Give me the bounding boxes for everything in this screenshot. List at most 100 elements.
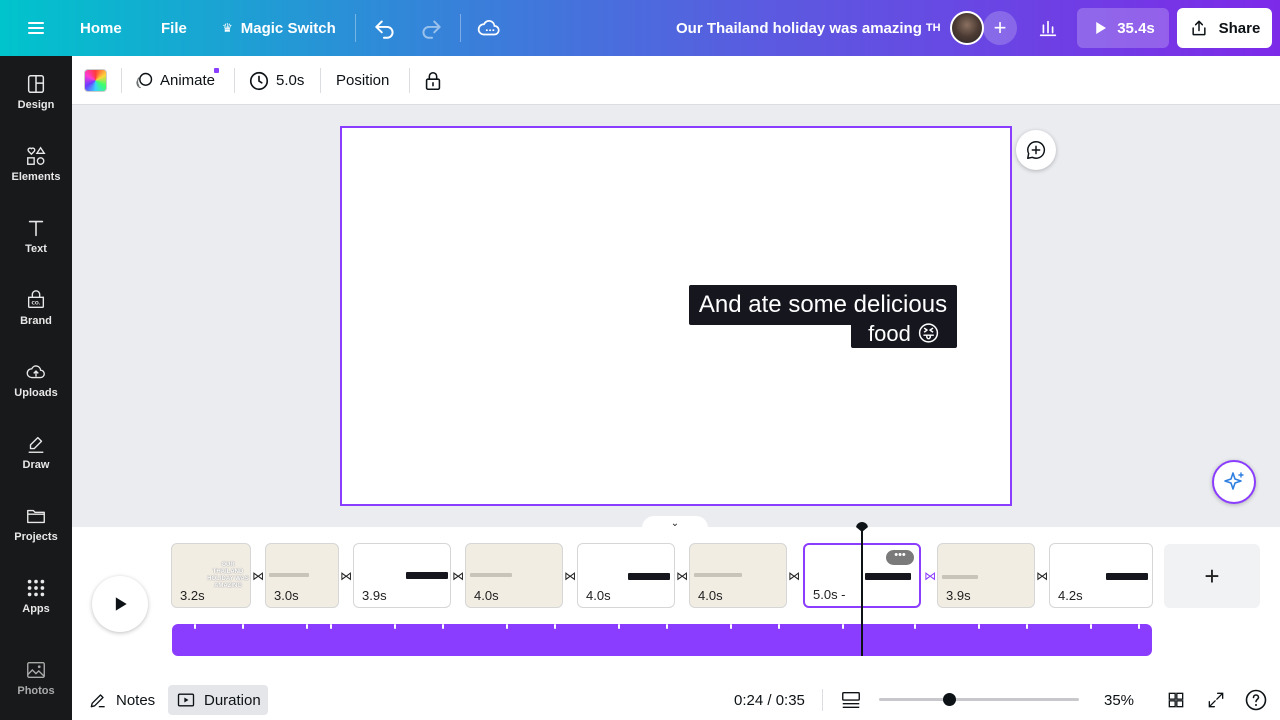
- sidebar-item-apps[interactable]: Apps: [0, 564, 72, 628]
- magic-assistant-button[interactable]: [1212, 460, 1256, 504]
- play-icon: [1096, 22, 1107, 34]
- scene-thumbnail-5[interactable]: 4.0s: [577, 543, 675, 608]
- caption-text-line-1[interactable]: And ate some delicious: [689, 285, 957, 325]
- notes-button[interactable]: Notes: [88, 687, 155, 713]
- scene-thumbnail-9[interactable]: 4.2s: [1049, 543, 1153, 608]
- lock-icon[interactable]: [422, 56, 444, 105]
- transition-icon[interactable]: ⋈: [1035, 569, 1049, 583]
- animate-icon: [136, 72, 153, 88]
- audio-track[interactable]: [172, 624, 1152, 656]
- context-toolbar: Animate 5.0s Position: [72, 56, 1280, 105]
- file-menu-button[interactable]: File: [161, 0, 187, 56]
- zoom-level[interactable]: 35%: [1104, 687, 1134, 713]
- sidebar-item-label: Text: [25, 243, 47, 255]
- chevron-down-icon: ⌄: [670, 517, 680, 529]
- draw-icon: [28, 436, 44, 453]
- divider: [822, 689, 823, 711]
- add-comment-button[interactable]: [1016, 130, 1056, 170]
- beat-marker: [842, 624, 844, 629]
- redo-icon[interactable]: [418, 0, 444, 56]
- sidebar-item-projects[interactable]: Projects: [0, 492, 72, 556]
- design-title[interactable]: Our Thailand holiday was amazing TH: [676, 0, 941, 56]
- color-picker-swatch[interactable]: [84, 69, 107, 92]
- transition-icon[interactable]: ⋈: [787, 569, 801, 583]
- sidebar-item-draw[interactable]: Draw: [0, 420, 72, 484]
- share-button[interactable]: Share: [1177, 8, 1272, 48]
- add-scene-button[interactable]: +: [1164, 544, 1260, 608]
- transition-icon[interactable]: ⋈: [563, 569, 577, 583]
- sidebar-item-uploads[interactable]: Uploads: [0, 348, 72, 412]
- position-button[interactable]: Position: [336, 56, 389, 105]
- scene-thumbnail-3[interactable]: 3.9s: [353, 543, 451, 608]
- transition-icon[interactable]: ⋈: [675, 569, 689, 583]
- divider: [234, 68, 235, 93]
- sidebar-item-photos[interactable]: Photos: [0, 646, 72, 710]
- beat-marker: [1138, 624, 1140, 629]
- sidebar-item-label: Photos: [17, 685, 55, 697]
- playhead[interactable]: [861, 528, 863, 656]
- timeline-play-button[interactable]: [92, 576, 148, 632]
- home-button[interactable]: Home: [80, 0, 122, 56]
- crown-icon: ♛: [222, 21, 233, 35]
- beat-marker: [194, 624, 196, 629]
- scene-thumbnail-8[interactable]: 3.9s: [937, 543, 1035, 608]
- grid-view-icon[interactable]: [840, 687, 862, 713]
- scene-thumbnail-1[interactable]: OUR THAILAND HOLIDAY WAS AMAZING 3.2s: [171, 543, 251, 608]
- sidebar-item-text[interactable]: Text: [0, 204, 72, 268]
- zoom-slider[interactable]: [879, 693, 1079, 706]
- sidebar-item-label: Apps: [22, 603, 50, 615]
- sidebar-item-label: Design: [17, 99, 55, 111]
- scene-thumbnail-6[interactable]: 4.0s: [689, 543, 787, 608]
- beat-marker: [554, 624, 556, 629]
- plus-icon: +: [1204, 560, 1220, 591]
- clock-icon: [249, 71, 269, 90]
- page-grid-icon[interactable]: [1166, 687, 1186, 713]
- sidebar-item-label: Uploads: [14, 387, 58, 399]
- duration-toggle-button[interactable]: Duration: [168, 685, 268, 715]
- design-icon: [27, 75, 45, 93]
- help-icon[interactable]: [1244, 687, 1268, 713]
- cloud-sync-icon[interactable]: [476, 0, 502, 56]
- scene-duration: 4.0s: [586, 588, 611, 603]
- beat-marker: [506, 624, 508, 629]
- magic-switch-button[interactable]: ♛ Magic Switch: [222, 0, 336, 56]
- scene-duration: 3.9s: [362, 588, 387, 603]
- caption-text-line-2[interactable]: food 😝: [851, 320, 957, 348]
- scene-duration: 4.2s: [1058, 588, 1083, 603]
- scene-options-button[interactable]: •••: [886, 550, 914, 565]
- transition-icon[interactable]: ⋈: [451, 569, 465, 583]
- scene-caption-preview: [470, 573, 512, 577]
- scene-duration: 3.0s: [274, 588, 299, 603]
- duration-button[interactable]: 5.0s: [248, 56, 304, 105]
- transition-icon[interactable]: ⋈: [923, 569, 937, 583]
- animate-button[interactable]: Animate: [134, 56, 220, 105]
- collapse-timeline-button[interactable]: ⌄: [642, 516, 708, 530]
- transition-icon[interactable]: ⋈: [339, 569, 353, 583]
- menu-icon[interactable]: [24, 0, 48, 56]
- sidebar-item-label: Elements: [11, 171, 61, 183]
- undo-icon[interactable]: [372, 0, 398, 56]
- scene-caption-preview: [406, 572, 448, 579]
- divider: [121, 68, 122, 93]
- divider: [355, 14, 356, 42]
- fullscreen-icon[interactable]: [1206, 687, 1226, 713]
- beat-marker: [978, 624, 980, 629]
- divider: [409, 68, 410, 93]
- add-collaborator-button[interactable]: +: [983, 11, 1017, 45]
- transition-icon[interactable]: ⋈: [251, 569, 265, 583]
- beat-marker: [618, 624, 620, 629]
- brand-icon: CO.: [27, 290, 45, 309]
- avatar[interactable]: [950, 11, 984, 45]
- zoom-slider-thumb[interactable]: [943, 693, 956, 706]
- scene-duration: 3.9s: [946, 588, 971, 603]
- beat-marker: [914, 624, 916, 629]
- video-icon: [177, 693, 195, 707]
- insights-button[interactable]: [1027, 8, 1069, 48]
- sidebar-item-design[interactable]: Design: [0, 60, 72, 124]
- scene-thumbnail-4[interactable]: 4.0s: [465, 543, 563, 608]
- plus-icon: +: [993, 15, 1007, 40]
- sidebar-item-elements[interactable]: Elements: [0, 132, 72, 196]
- scene-thumbnail-2[interactable]: 3.0s: [265, 543, 339, 608]
- play-preview-button[interactable]: 35.4s: [1077, 8, 1169, 48]
- sidebar-item-brand[interactable]: CO. Brand: [0, 276, 72, 340]
